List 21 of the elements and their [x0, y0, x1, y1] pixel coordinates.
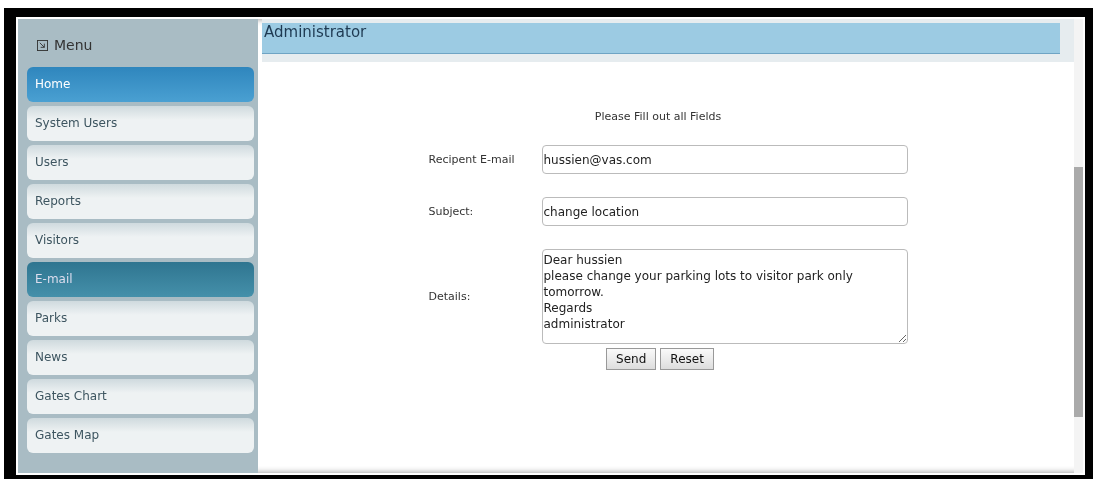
sidebar-item[interactable]: Parks [27, 301, 254, 336]
form-button[interactable]: Send [606, 348, 657, 370]
scrollbar[interactable] [1074, 19, 1083, 473]
text-field[interactable]: hussien@vas.com [541, 145, 908, 174]
sidebar-item[interactable]: Visitors [27, 223, 254, 258]
field-label: Subject: [428, 205, 475, 218]
menu-icon [37, 39, 48, 51]
instruction-text: Please Fill out all Fields [594, 110, 722, 123]
details-field[interactable]: Dear hussien please change your parking lots to visitor park only tomorrow. Regards administrator [541, 249, 908, 344]
menu-title: Menu [54, 37, 93, 53]
page-header: Administrator [262, 23, 1060, 54]
field-label: Details: [428, 290, 472, 303]
sidebar-item[interactable]: Users [27, 145, 254, 180]
form-button[interactable]: Reset [660, 348, 714, 370]
sidebar-item[interactable]: Gates Chart [27, 379, 254, 414]
sidebar-item[interactable]: News [27, 340, 254, 375]
field-label: Recipent E-mail [428, 153, 516, 166]
sidebar-item[interactable]: Gates Map [27, 418, 254, 453]
text-field[interactable]: change location [541, 197, 908, 226]
sidebar-item[interactable]: System Users [27, 106, 254, 141]
sidebar-item[interactable]: Reports [27, 184, 254, 219]
